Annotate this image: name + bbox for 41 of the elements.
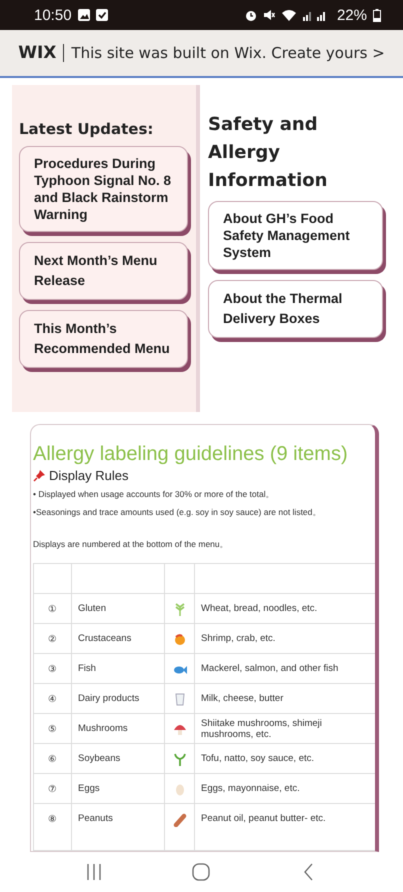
- number-cell: ②: [34, 624, 72, 654]
- glass-icon: [172, 692, 186, 706]
- banner-link[interactable]: This site was built on Wix. Create yours >: [71, 44, 385, 62]
- wifi-icon: [280, 9, 297, 21]
- rule-text: •Seasonings and trace amounts used (e.g. soy in soy sauce) are not listed。: [33, 507, 322, 519]
- rule-text: • Displayed when usage accounts for 30% or more of the total。: [33, 489, 276, 501]
- battery-percentage: 22%: [336, 6, 367, 24]
- table-cell: Fish: [72, 654, 164, 684]
- number-cell: ⑧: [34, 804, 72, 850]
- display-rules-heading: Display Rules: [49, 468, 128, 483]
- alarm-icon: [244, 9, 257, 21]
- peanut-icon: [172, 813, 186, 827]
- section-heading: Safety and Allergy Information: [208, 113, 328, 193]
- table-cell: Crustaceans: [72, 624, 164, 654]
- number-cell: ⑤: [34, 714, 72, 744]
- pushpin-icon: [33, 469, 46, 482]
- table-cell: Mushrooms: [72, 714, 164, 744]
- section-heading: Latest Updates:: [19, 120, 154, 138]
- home-icon: [192, 863, 210, 881]
- mute-icon: [262, 9, 275, 21]
- number-cell: ③: [34, 654, 72, 684]
- number-cell: ①: [34, 594, 72, 624]
- number-cell: ④: [34, 684, 72, 714]
- allergy-title: Allergy labeling guidelines (9 items): [33, 443, 349, 466]
- table-cell: Gluten: [72, 594, 164, 624]
- table-cell: Soybeans: [72, 744, 164, 774]
- note-text: Displays are numbered at the bottom of the menu。: [33, 539, 230, 551]
- battery-icon: [373, 8, 381, 22]
- table-cell: Eggs: [72, 774, 164, 804]
- clock: 10:50: [34, 6, 72, 24]
- wheat-icon: [172, 602, 186, 616]
- recent-apps-icon: [84, 863, 103, 881]
- checkbox-icon: [96, 9, 108, 21]
- sprout-icon: [172, 752, 186, 766]
- number-cell: ⑦: [34, 774, 72, 804]
- shrimp-icon: [172, 632, 186, 646]
- image-icon: [78, 9, 90, 21]
- number-cell: ⑥: [34, 744, 72, 774]
- table-cell: Peanuts: [72, 804, 164, 850]
- wix-logo[interactable]: WIX: [18, 43, 56, 63]
- table-cell: Dairy products: [72, 684, 164, 714]
